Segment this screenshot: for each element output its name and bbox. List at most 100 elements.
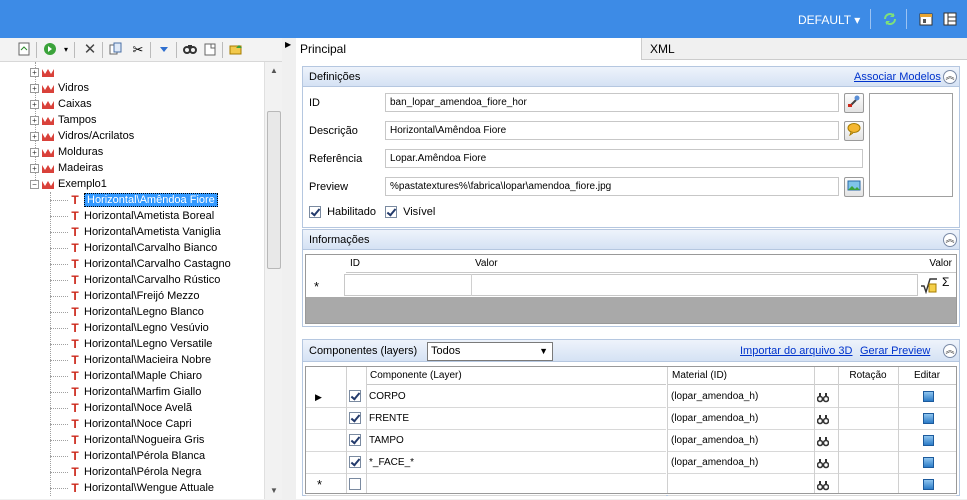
browse-image-button[interactable] — [844, 177, 864, 197]
editar-cell[interactable] — [898, 386, 956, 408]
material-lookup-cell[interactable] — [814, 386, 838, 408]
tree-scrollbar[interactable]: ▲ ▼ — [264, 62, 282, 499]
collapse-icon[interactable]: ︽ — [943, 70, 957, 84]
expand-toggle-icon[interactable]: + — [30, 67, 39, 77]
editar-cell[interactable] — [898, 452, 956, 474]
row-header[interactable] — [306, 452, 346, 474]
import-3d-link[interactable]: Importar do arquivo 3D — [740, 340, 853, 362]
informacoes-grid[interactable]: ID Valor Valor * Σ — [305, 254, 957, 324]
tree-leaf-item[interactable]: T Horizontal\Pérola Blanca — [70, 448, 205, 464]
edit-icon[interactable] — [923, 434, 934, 446]
gerar-preview-link[interactable]: Gerar Preview — [860, 340, 930, 362]
edit-icon[interactable] — [923, 412, 934, 424]
column-header-valor-2[interactable]: Valor — [911, 255, 956, 273]
tree-leaf-item[interactable]: T Horizontal\Ametista Boreal — [70, 208, 214, 224]
row-checkbox[interactable] — [349, 456, 361, 469]
material-lookup-cell[interactable] — [814, 452, 838, 474]
tree-leaf-item[interactable]: T Horizontal\Carvalho Rústico — [70, 272, 220, 288]
row-checkbox-cell[interactable] — [346, 408, 366, 430]
expand-toggle-icon[interactable]: + — [30, 99, 39, 109]
tree-leaf-item[interactable]: T Horizontal\Wengue Attuale — [70, 480, 214, 496]
tree-leaf-item[interactable]: T Horizontal\Maple Chiaro — [70, 368, 202, 384]
translate-button[interactable] — [844, 121, 864, 141]
componente-cell[interactable]: FRENTE — [366, 408, 666, 430]
row-checkbox[interactable] — [349, 434, 361, 447]
edit-icon[interactable] — [923, 456, 934, 468]
visivel-checkbox[interactable]: Visível — [385, 206, 435, 219]
column-header-material[interactable]: Material (ID) — [668, 367, 814, 385]
row-header[interactable]: ▶ — [306, 386, 346, 408]
habilitado-check[interactable] — [309, 206, 321, 219]
column-header-rotacao[interactable]: Rotação — [838, 367, 898, 385]
category-tree[interactable]: + + Vidros + Caixas + Tampos + Vidros/Acrilatos +… — [0, 62, 282, 499]
material-lookup-cell[interactable] — [814, 430, 838, 452]
editar-cell[interactable] — [898, 474, 956, 496]
rotacao-cell[interactable] — [838, 386, 898, 408]
tree-folder-item[interactable]: + Caixas — [30, 96, 92, 112]
material-cell[interactable]: (lopar_amendoa_h) — [668, 430, 814, 452]
chevron-down-icon[interactable]: ▾ — [58, 42, 74, 58]
habilitado-checkbox[interactable]: Habilitado — [309, 206, 376, 219]
id-field[interactable]: ban_lopar_amendoa_fiore_hor — [385, 93, 839, 112]
tree-leaf-item[interactable]: T Horizontal\Pérola Negra — [70, 464, 201, 480]
rotacao-cell[interactable] — [838, 452, 898, 474]
formula-icon[interactable] — [920, 277, 938, 295]
column-header-id[interactable]: ID — [346, 255, 471, 273]
edit-icon[interactable] — [923, 478, 934, 490]
tree-leaf-item[interactable]: T Horizontal\Carvalho Bianco — [70, 240, 217, 256]
column-header-editar[interactable]: Editar — [898, 367, 956, 385]
scroll-up-icon[interactable]: ▲ — [270, 66, 278, 75]
export-icon[interactable] — [228, 42, 244, 58]
preview-path-field[interactable]: %pastatextures%\fabrica\lopar\amendoa_fi… — [385, 177, 839, 196]
settings-icon[interactable] — [918, 11, 934, 27]
associar-modelos-link[interactable]: Associar Modelos — [854, 67, 941, 87]
row-checkbox[interactable] — [349, 478, 361, 491]
go-icon[interactable] — [42, 42, 58, 58]
componentes-grid[interactable]: Componente (Layer) Material (ID) Rotação… — [305, 366, 957, 496]
editar-cell[interactable] — [898, 408, 956, 430]
scroll-thumb[interactable] — [267, 111, 281, 269]
new-icon[interactable] — [16, 42, 32, 58]
profile-dropdown[interactable]: DEFAULT ▾ — [798, 13, 860, 27]
tree-leaf-item[interactable]: T Horizontal\Noce Avelã — [70, 400, 192, 416]
move-down-icon[interactable] — [156, 42, 172, 58]
id-tool-button[interactable] — [844, 93, 864, 113]
expand-toggle-icon[interactable]: + — [30, 163, 39, 173]
tree-folder-item[interactable]: + Tampos — [30, 112, 97, 128]
scroll-down-icon[interactable]: ▼ — [270, 486, 278, 495]
row-checkbox[interactable] — [349, 390, 361, 403]
row-checkbox-cell[interactable] — [346, 430, 366, 452]
componente-cell[interactable] — [366, 474, 666, 496]
tree-leaf-item[interactable]: T Horizontal\Legno Blanco — [70, 304, 204, 320]
row-header[interactable] — [306, 408, 346, 430]
collapse-icon[interactable]: ︽ — [943, 233, 957, 247]
rotacao-cell[interactable] — [838, 408, 898, 430]
tree-leaf-item[interactable]: T Horizontal\Legno Versatile — [70, 336, 212, 352]
expand-toggle-icon[interactable]: + — [30, 131, 39, 141]
visivel-check[interactable] — [385, 206, 397, 219]
material-cell[interactable] — [668, 474, 814, 496]
tree-leaf-item[interactable]: T Horizontal\Carvalho Castagno — [70, 256, 230, 272]
rotacao-cell[interactable] — [838, 430, 898, 452]
new-row-cell[interactable] — [344, 274, 918, 296]
row-checkbox-cell[interactable] — [346, 452, 366, 474]
collapse-toggle-icon[interactable]: − — [30, 179, 39, 189]
collapse-icon[interactable]: ︽ — [943, 344, 957, 358]
componente-cell[interactable]: CORPO — [366, 386, 666, 408]
material-cell[interactable]: (lopar_amendoa_h) — [668, 452, 814, 474]
find-icon[interactable] — [182, 42, 198, 58]
tab-xml[interactable]: XML — [642, 38, 967, 60]
expand-toggle-icon[interactable]: + — [30, 115, 39, 125]
descricao-field[interactable]: Horizontal\Amêndoa Fiore — [385, 121, 839, 140]
material-cell[interactable]: (lopar_amendoa_h) — [668, 408, 814, 430]
tree-leaf-item[interactable]: T Horizontal\Ametista Vaniglia — [70, 224, 220, 240]
componente-cell[interactable]: *_FACE_* — [366, 452, 666, 474]
tree-folder-item[interactable]: + — [30, 64, 58, 80]
layout-icon[interactable] — [942, 11, 958, 27]
tree-leaf-item[interactable]: T Horizontal\Macieira Nobre — [70, 352, 211, 368]
referencia-field[interactable]: Lopar.Amêndoa Fiore — [385, 149, 863, 168]
tab-principal[interactable]: Principal — [296, 38, 642, 60]
componente-cell[interactable]: TAMPO — [366, 430, 666, 452]
delete-icon[interactable]: ✕ — [82, 42, 98, 58]
cut-icon[interactable]: ✂ — [130, 42, 146, 58]
